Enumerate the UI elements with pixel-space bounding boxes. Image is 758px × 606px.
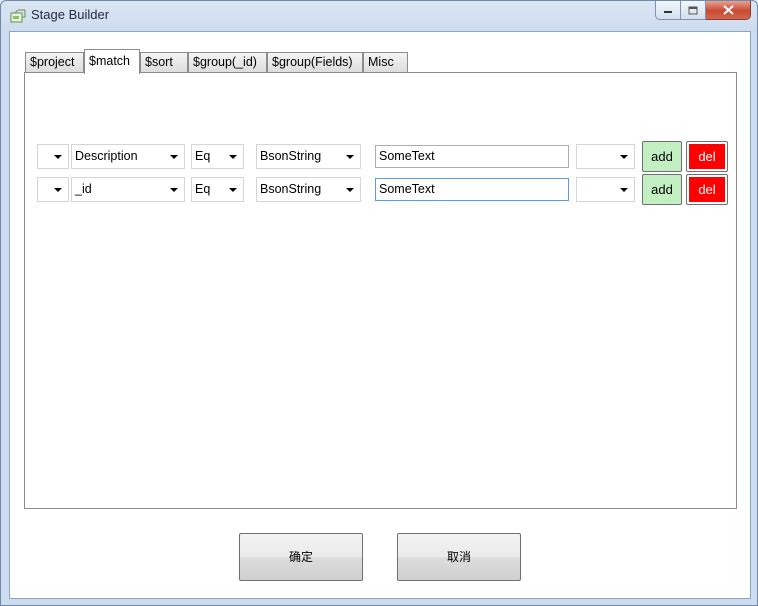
dialog-body: $project $match $sort $group(_id) $group… (9, 31, 751, 599)
type-value: BsonString (260, 149, 322, 163)
tab-match[interactable]: $match (84, 49, 140, 74)
caption-buttons (655, 1, 751, 21)
operator-value: Eq (195, 182, 211, 196)
chevron-down-icon (170, 188, 178, 192)
logic-select[interactable] (576, 144, 635, 169)
chevron-down-icon (170, 155, 178, 159)
chevron-down-icon (346, 188, 354, 192)
prefix-select[interactable] (37, 177, 69, 202)
operator-select[interactable]: Eq (191, 144, 244, 169)
cancel-button[interactable]: 取消 (397, 533, 521, 581)
add-button[interactable]: add (642, 141, 682, 172)
value-input[interactable]: SomeText (375, 178, 569, 201)
field-select[interactable]: _id (71, 177, 185, 202)
type-select[interactable]: BsonString (256, 144, 361, 169)
stage-builder-window: Stage Builder $project $match $sort $gro… (0, 0, 758, 606)
close-icon (722, 5, 734, 15)
prefix-select[interactable] (37, 144, 69, 169)
operator-value: Eq (195, 149, 211, 163)
chevron-down-icon (54, 155, 62, 159)
close-button[interactable] (706, 1, 751, 20)
window-title: Stage Builder (31, 7, 110, 22)
del-button[interactable]: del (686, 174, 728, 205)
chevron-down-icon (229, 188, 237, 192)
ok-button[interactable]: 确定 (239, 533, 363, 581)
del-label: del (689, 144, 725, 169)
value-input[interactable]: SomeText (375, 145, 569, 168)
chevron-down-icon (620, 155, 628, 159)
chevron-down-icon (620, 188, 628, 192)
maximize-button[interactable] (681, 1, 706, 20)
field-select[interactable]: Description (71, 144, 185, 169)
add-button[interactable]: add (642, 174, 682, 205)
app-icon (10, 9, 26, 23)
chevron-down-icon (346, 155, 354, 159)
del-button[interactable]: del (686, 141, 728, 172)
tab-project[interactable]: $project (25, 52, 84, 73)
operator-select[interactable]: Eq (191, 177, 244, 202)
chevron-down-icon (229, 155, 237, 159)
tab-group-id[interactable]: $group(_id) (188, 52, 267, 73)
tab-misc[interactable]: Misc (363, 52, 408, 73)
title-bar[interactable]: Stage Builder (1, 1, 757, 30)
field-value: Description (75, 149, 138, 163)
tab-sort[interactable]: $sort (140, 52, 188, 73)
field-value: _id (75, 182, 92, 196)
chevron-down-icon (54, 188, 62, 192)
match-tab-panel: Description Eq BsonString SomeText add d… (24, 72, 737, 509)
del-label: del (689, 177, 725, 202)
maximize-icon (688, 6, 698, 14)
minimize-button[interactable] (655, 1, 681, 20)
type-select[interactable]: BsonString (256, 177, 361, 202)
minimize-icon (664, 11, 672, 13)
type-value: BsonString (260, 182, 322, 196)
tab-group-fields[interactable]: $group(Fields) (267, 52, 363, 73)
logic-select[interactable] (576, 177, 635, 202)
